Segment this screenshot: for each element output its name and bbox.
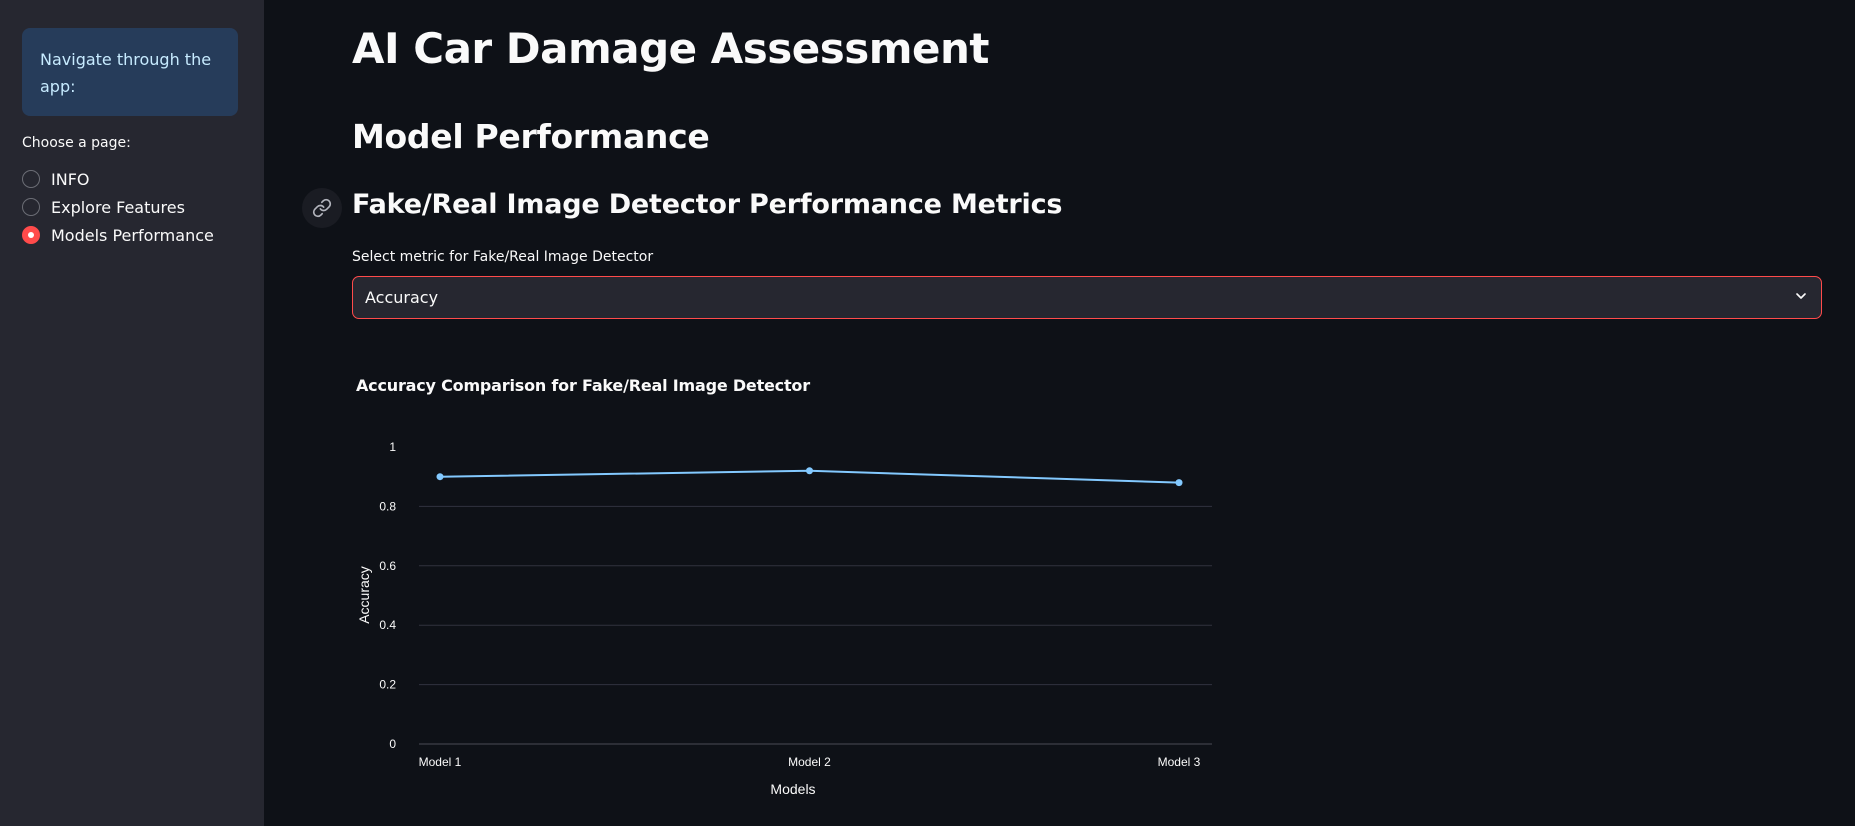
radio-circle-models-performance[interactable] [22, 226, 40, 244]
page-radio-label: Choose a page: [22, 135, 131, 151]
x-tick-label: Model 3 [1158, 755, 1201, 769]
data-point[interactable] [436, 473, 444, 481]
y-tick-label: 1 [389, 440, 396, 454]
chart-points [436, 467, 1183, 487]
chart-x-axis-label: Models [770, 781, 815, 797]
radio-option-models-performance-label: Models Performance [51, 225, 214, 245]
link-icon[interactable] [302, 188, 342, 228]
chart-grid [419, 505, 1212, 745]
y-tick-label: 0 [389, 737, 396, 751]
radio-option-models-performance[interactable]: Models Performance [22, 223, 214, 247]
app-root: Navigate through the app: Choose a page:… [0, 0, 1855, 826]
data-point[interactable] [1175, 479, 1183, 487]
accuracy-line-chart: 0 0.2 0.4 0.6 0.8 1 Model 1 Model 2 Model 3 Acc… [356, 440, 1212, 797]
sidebar: Navigate through the app: Choose a page:… [0, 0, 264, 826]
y-tick-label: 0.8 [379, 499, 396, 513]
main-content: AI Car Damage Assessment Model Performan… [264, 0, 1855, 826]
chart-y-ticks: 0 0.2 0.4 0.6 0.8 1 [379, 440, 396, 751]
radio-option-explore-features-label: Explore Features [51, 197, 185, 217]
radio-circle-explore-features[interactable] [22, 198, 40, 216]
radio-option-info-label: INFO [51, 169, 90, 189]
x-tick-label: Model 1 [419, 755, 462, 769]
y-tick-label: 0.4 [379, 618, 396, 632]
sidebar-info-box: Navigate through the app: [22, 28, 238, 116]
metric-select-label: Select metric for Fake/Real Image Detect… [352, 249, 654, 265]
radio-circle-info[interactable] [22, 170, 40, 188]
section-title: Model Performance [352, 117, 710, 156]
chart-x-ticks: Model 1 Model 2 Model 3 [419, 755, 1201, 769]
data-point[interactable] [806, 467, 813, 475]
x-tick-label: Model 2 [788, 755, 831, 769]
radio-option-explore-features[interactable]: Explore Features [22, 195, 185, 219]
sidebar-info-text: Navigate through the app: [40, 50, 212, 96]
y-tick-label: 0.2 [379, 678, 396, 692]
radio-option-info[interactable]: INFO [22, 167, 89, 191]
chart-y-axis-label: Accuracy [356, 566, 372, 624]
page-title: AI Car Damage Assessment [352, 24, 989, 73]
chart-title: Accuracy Comparison for Fake/Real Image … [356, 376, 810, 395]
metric-select-value: Accuracy [365, 288, 439, 307]
chevron-down-icon[interactable] [1793, 288, 1809, 308]
y-tick-label: 0.6 [379, 559, 396, 573]
subsection-title: Fake/Real Image Detector Performance Met… [352, 189, 1063, 220]
metric-select[interactable]: Accuracy [352, 276, 1822, 319]
